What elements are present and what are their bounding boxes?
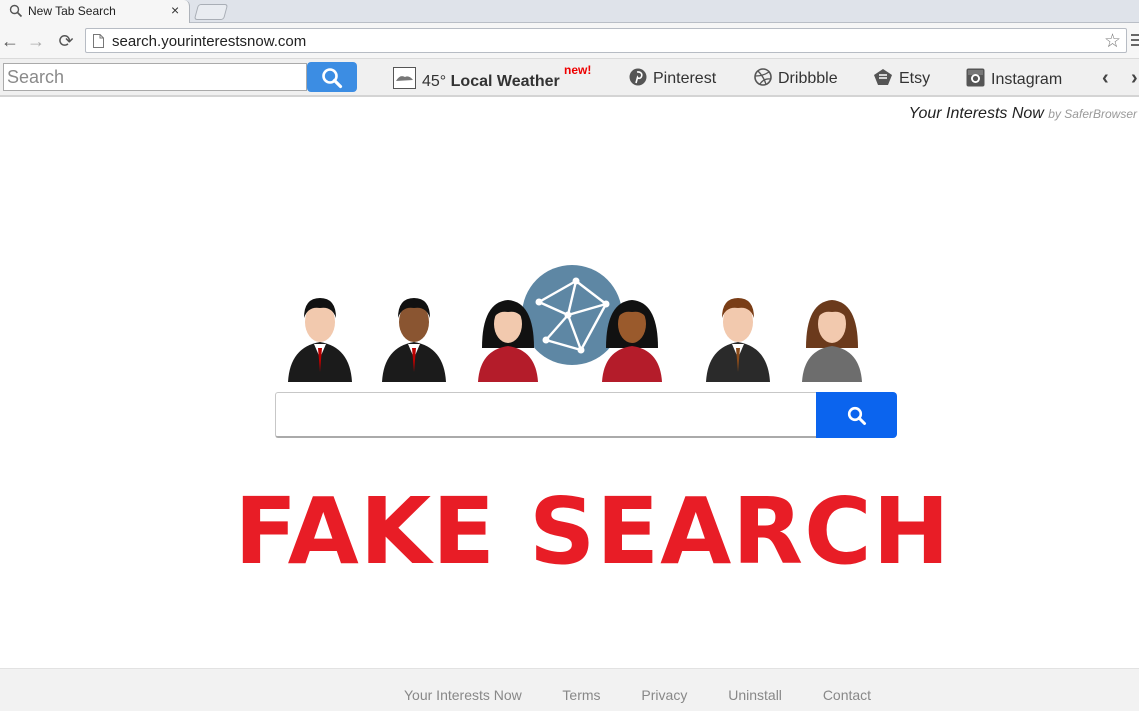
pinterest-label: Pinterest [653, 70, 717, 87]
dribbble-link[interactable]: Dribbble [754, 68, 838, 88]
browser-menu-button[interactable] [1131, 34, 1139, 48]
person-avatar [802, 300, 862, 382]
instagram-icon [966, 68, 985, 87]
footer: Your Interests Now Terms Privacy Uninsta… [0, 668, 1139, 711]
toolbar-search-input[interactable] [3, 63, 307, 91]
footer-link-privacy[interactable]: Privacy [641, 687, 687, 703]
url-text[interactable]: search.yourinterestsnow.com [112, 33, 306, 50]
person-avatar [382, 298, 446, 382]
weather-label: Local Weather [450, 73, 560, 90]
browser-toolbar: ← → ⟳ search.yourinterestsnow.com ☆ [0, 23, 1139, 58]
forward-button[interactable]: → [26, 31, 46, 51]
person-avatar [706, 298, 770, 382]
main-search-input[interactable] [275, 392, 816, 438]
footer-link-your-interests-now[interactable]: Your Interests Now [404, 687, 522, 703]
main-search-button[interactable] [816, 392, 897, 438]
new-badge: new! [564, 63, 592, 77]
local-weather-link[interactable]: 45° Local Weather new! [393, 63, 591, 91]
weather-icon [393, 67, 416, 89]
pinterest-link[interactable]: Pinterest [629, 68, 716, 88]
footer-link-uninstall[interactable]: Uninstall [728, 687, 782, 703]
footer-links: Your Interests Now Terms Privacy Uninsta… [404, 687, 908, 703]
instagram-label: Instagram [991, 71, 1063, 88]
toolbar-prev-chevron-icon[interactable]: ‹ [1102, 67, 1109, 90]
tab-close-icon[interactable]: × [171, 2, 179, 18]
etsy-icon [874, 69, 892, 85]
pinterest-icon [629, 68, 647, 86]
dribbble-label: Dribbble [778, 70, 838, 87]
tab-strip: New Tab Search × [0, 0, 1139, 23]
reload-button[interactable]: ⟳ [56, 31, 76, 51]
search-icon [847, 406, 866, 425]
weather-temperature: 45° [422, 73, 447, 90]
globe-icon [522, 265, 622, 365]
page-icon [93, 34, 104, 48]
person-avatar [288, 298, 352, 382]
tab-title: New Tab Search [28, 4, 116, 18]
hero-illustration [288, 265, 862, 382]
dribbble-icon [754, 68, 772, 86]
instagram-link[interactable]: Instagram [966, 68, 1062, 89]
address-bar[interactable]: search.yourinterestsnow.com ☆ [85, 28, 1127, 53]
extension-toolbar: 45° Local Weather new! Pinterest Dribbbl… [0, 58, 1139, 97]
bookmark-star-icon[interactable]: ☆ [1104, 30, 1121, 53]
brand-name: Your Interests Now [908, 105, 1044, 122]
toolbar-search-button[interactable] [307, 62, 357, 92]
toolbar-next-chevron-icon[interactable]: › [1131, 67, 1138, 90]
tab-new-tab-search[interactable]: New Tab Search × [0, 0, 190, 23]
fake-search-watermark: FAKE SEARCH [234, 478, 951, 585]
new-tab-button[interactable] [193, 4, 229, 20]
etsy-link[interactable]: Etsy [873, 68, 930, 88]
back-button[interactable]: ← [0, 31, 20, 51]
search-icon [9, 4, 23, 18]
etsy-label: Etsy [899, 70, 931, 87]
brand-by: by SaferBrowser [1048, 107, 1137, 121]
main-search-box [275, 392, 897, 438]
footer-link-terms[interactable]: Terms [562, 687, 600, 703]
brand-line: Your Interests Now by SaferBrowser [909, 105, 1137, 123]
footer-link-contact[interactable]: Contact [823, 687, 871, 703]
search-icon [322, 68, 343, 89]
